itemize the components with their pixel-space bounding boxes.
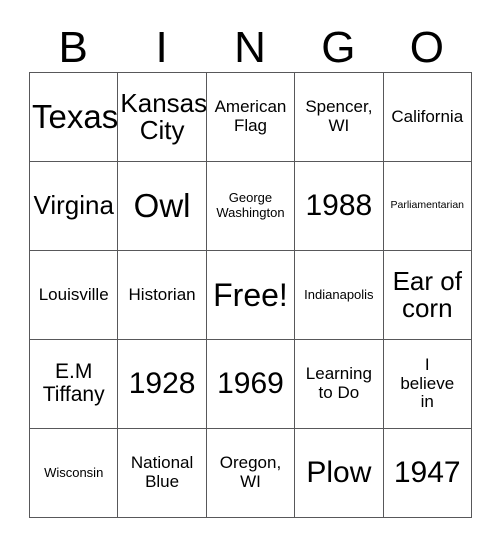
bingo-cell[interactable]: Kansas City xyxy=(117,72,207,162)
bingo-cell[interactable]: I believe in xyxy=(382,339,472,429)
bingo-cell-label: 1928 xyxy=(128,366,196,400)
bingo-header-letter-i: I xyxy=(155,23,168,72)
bingo-cell[interactable]: Ear of corn xyxy=(382,250,472,340)
bingo-cell-label: Kansas City xyxy=(120,87,207,145)
bingo-cell[interactable]: 1928 xyxy=(117,339,207,429)
bingo-cell[interactable]: Louisville xyxy=(28,250,119,340)
bingo-header-letter-b: B xyxy=(58,23,88,72)
bingo-cell[interactable]: 1988 xyxy=(294,161,384,251)
bingo-row: Louisville Historian Free! Indianapolis … xyxy=(28,250,472,340)
bingo-free-label: Free! xyxy=(213,276,288,313)
bingo-cell-label: 1947 xyxy=(393,455,461,489)
bingo-cell-label: George Washington xyxy=(216,190,285,220)
bingo-cell-label: Learning to Do xyxy=(305,364,372,402)
bingo-cell[interactable]: Spencer, WI xyxy=(294,72,384,162)
bingo-cell[interactable]: California xyxy=(382,72,472,162)
bingo-cell-label: Owl xyxy=(133,187,191,225)
bingo-cell-label: Texas xyxy=(32,98,118,136)
bingo-row: Wisconsin National Blue Oregon, WI Plow … xyxy=(28,428,472,518)
bingo-cell-label: Louisville xyxy=(38,284,109,304)
bingo-cell-label: Spencer, WI xyxy=(305,97,373,135)
bingo-cell[interactable]: 1969 xyxy=(205,339,296,429)
bingo-cell-label: 1969 xyxy=(217,366,284,400)
bingo-cell-free[interactable]: Free! xyxy=(205,250,296,340)
bingo-cell-label: E.M Tiffany xyxy=(42,360,105,406)
bingo-header-row: B I N G O xyxy=(29,14,471,72)
bingo-header-letter-g: G xyxy=(321,23,356,72)
bingo-cell-label: Oregon, WI xyxy=(219,453,282,491)
bingo-cell-label: National Blue xyxy=(130,453,194,491)
bingo-row: Texas Kansas City American Flag Spencer,… xyxy=(28,72,472,162)
bingo-cell-label: Wisconsin xyxy=(44,464,104,480)
bingo-cell-label: 1988 xyxy=(305,188,373,222)
bingo-cell[interactable]: E.M Tiffany xyxy=(28,339,119,429)
bingo-cell-label: Historian xyxy=(128,284,196,304)
bingo-row: Virgina Owl George Washington 1988 Parli… xyxy=(28,161,472,251)
bingo-cell[interactable]: 1947 xyxy=(382,428,472,518)
bingo-cell[interactable]: Owl xyxy=(117,161,207,251)
bingo-cell[interactable]: Plow xyxy=(294,428,384,518)
bingo-cell[interactable]: Wisconsin xyxy=(28,428,119,518)
bingo-header-letter-n: N xyxy=(234,23,266,72)
bingo-cell[interactable]: Learning to Do xyxy=(294,339,384,429)
bingo-cell[interactable]: Parliamentarian xyxy=(382,161,472,251)
bingo-cell[interactable]: George Washington xyxy=(205,161,296,251)
bingo-cell-label: Indianapolis xyxy=(304,286,374,302)
bingo-cell-label: Ear of corn xyxy=(392,265,462,323)
bingo-cell[interactable]: Virgina xyxy=(28,161,119,251)
bingo-cell-label: Plow xyxy=(306,455,372,489)
bingo-cell-label: American Flag xyxy=(214,97,287,135)
bingo-cell-label: California xyxy=(391,106,464,126)
bingo-card: B I N G O Texas Kansas City American Fla… xyxy=(28,14,472,518)
bingo-row: E.M Tiffany 1928 1969 Learning to Do I b… xyxy=(28,339,472,429)
bingo-grid: Texas Kansas City American Flag Spencer,… xyxy=(28,72,472,518)
bingo-cell-label: Parliamentarian xyxy=(390,199,465,212)
bingo-cell-label: I believe in xyxy=(400,354,455,412)
bingo-cell[interactable]: Historian xyxy=(117,250,207,340)
bingo-cell[interactable]: Indianapolis xyxy=(294,250,384,340)
bingo-cell[interactable]: Texas xyxy=(28,72,119,162)
bingo-cell[interactable]: American Flag xyxy=(205,72,296,162)
bingo-cell[interactable]: Oregon, WI xyxy=(205,428,296,518)
bingo-header-letter-o: O xyxy=(409,23,444,72)
bingo-cell-label: Virgina xyxy=(33,190,114,221)
bingo-cell[interactable]: National Blue xyxy=(117,428,207,518)
